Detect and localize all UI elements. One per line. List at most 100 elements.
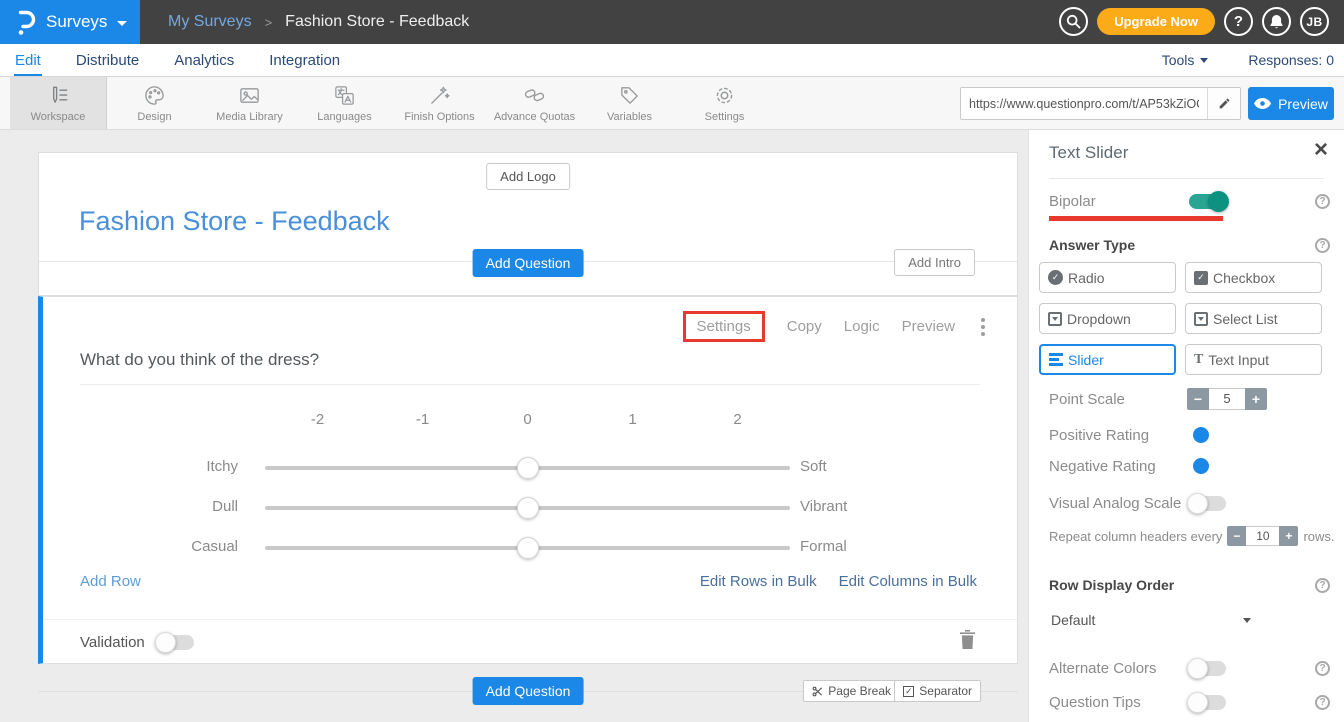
delete-question-button[interactable]: [960, 630, 975, 649]
answer-type-radio[interactable]: ✓ Radio: [1039, 262, 1176, 293]
question-copy-link[interactable]: Copy: [787, 318, 822, 335]
toolbar-workspace[interactable]: Workspace: [10, 77, 107, 129]
alternate-colors-label: Alternate Colors: [1049, 660, 1187, 677]
negative-rating-row: Negative Rating: [1049, 455, 1330, 477]
answer-type-select-list[interactable]: Select List: [1185, 303, 1322, 334]
palette-icon: [143, 84, 166, 107]
add-intro-button[interactable]: Add Intro: [894, 249, 975, 276]
tag-icon: [618, 84, 641, 107]
search-button[interactable]: [1059, 7, 1088, 36]
help-icon[interactable]: ?: [1315, 578, 1330, 593]
toolbar-variables[interactable]: Variables: [582, 77, 677, 129]
add-row-link[interactable]: Add Row: [80, 573, 141, 590]
toolbar-label: Settings: [705, 111, 745, 123]
answer-type-text-input[interactable]: T Text Input: [1185, 344, 1322, 375]
tools-dropdown[interactable]: Tools: [1162, 52, 1209, 68]
help-icon[interactable]: ?: [1315, 194, 1330, 209]
tools-label: Tools: [1162, 52, 1195, 68]
translate-icon: [333, 84, 356, 107]
point-scale-value[interactable]: 5: [1209, 388, 1245, 410]
tab-integration[interactable]: Integration: [268, 44, 341, 76]
add-logo-button[interactable]: Add Logo: [486, 163, 570, 190]
row-display-order-label: Row Display Order: [1049, 577, 1187, 593]
question-logic-link[interactable]: Logic: [844, 318, 880, 335]
row-display-order-value: Default: [1051, 612, 1095, 628]
alternate-colors-toggle[interactable]: [1189, 661, 1226, 676]
question-preview-link[interactable]: Preview: [902, 318, 955, 335]
plus-button[interactable]: +: [1279, 526, 1298, 546]
slider-handle[interactable]: [517, 537, 539, 559]
positive-rating-color-swatch[interactable]: [1193, 427, 1209, 443]
repeat-headers-row: Repeat column headers every − 10 + rows.: [1049, 526, 1330, 546]
notifications-button[interactable]: [1262, 7, 1291, 36]
help-icon[interactable]: ?: [1315, 695, 1330, 710]
survey-title[interactable]: Fashion Store - Feedback: [39, 199, 1017, 247]
question-settings-link[interactable]: Settings: [697, 318, 751, 335]
toolbar-design[interactable]: Design: [107, 77, 202, 129]
survey-actions-row: Add Question Add Intro: [39, 262, 1017, 297]
nav-right: Tools Responses: 0: [1162, 44, 1334, 76]
toolbar-finish-options[interactable]: Finish Options: [392, 77, 487, 129]
slider-row: Dull Vibrant: [43, 495, 1017, 521]
answer-type-label: Radio: [1068, 270, 1105, 286]
negative-rating-color-swatch[interactable]: [1193, 458, 1209, 474]
tab-analytics[interactable]: Analytics: [173, 44, 235, 76]
answer-type-dropdown[interactable]: Dropdown: [1039, 303, 1176, 334]
edit-columns-bulk-link[interactable]: Edit Columns in Bulk: [839, 573, 977, 590]
questionpro-survey-editor: Surveys My Surveys > Fashion Store - Fee…: [0, 0, 1344, 722]
slider-handle[interactable]: [517, 457, 539, 479]
toolbar-advance-quotas[interactable]: Advance Quotas: [487, 77, 582, 129]
panel-title: Text Slider: [1049, 143, 1128, 163]
close-icon[interactable]: ×: [1314, 136, 1328, 165]
answer-type-slider[interactable]: Slider: [1039, 344, 1176, 375]
edit-url-button[interactable]: [1207, 88, 1240, 119]
slider-handle[interactable]: [517, 497, 539, 519]
slider-track: [265, 506, 790, 510]
kebab-menu-icon[interactable]: [977, 316, 989, 338]
edit-rows-bulk-link[interactable]: Edit Rows in Bulk: [700, 573, 817, 590]
plus-button[interactable]: +: [1245, 388, 1267, 410]
user-avatar[interactable]: JB: [1300, 7, 1329, 36]
minus-button[interactable]: −: [1227, 526, 1246, 546]
breadcrumb: My Surveys > Fashion Store - Feedback: [168, 0, 469, 44]
breadcrumb-my-surveys[interactable]: My Surveys: [168, 13, 252, 31]
question-text[interactable]: What do you think of the dress?: [80, 350, 319, 370]
help-button[interactable]: ?: [1224, 7, 1253, 36]
validation-toggle[interactable]: [157, 635, 194, 650]
slider-row: Casual Formal: [43, 535, 1017, 561]
add-question-button-bottom[interactable]: Add Question: [473, 677, 584, 705]
toolbar-label: Workspace: [31, 111, 86, 123]
page-break-button[interactable]: Page Break: [803, 680, 900, 702]
workspace-icon: [47, 84, 70, 107]
repeat-headers-label: Repeat column headers every: [1049, 529, 1222, 544]
bipolar-row: Bipolar ?: [1049, 190, 1330, 212]
minus-button[interactable]: −: [1187, 388, 1209, 410]
toolbar-settings[interactable]: Settings: [677, 77, 772, 129]
toolbar-media-library[interactable]: Media Library: [202, 77, 297, 129]
visual-analog-toggle[interactable]: [1189, 496, 1226, 511]
help-icon[interactable]: ?: [1315, 238, 1330, 253]
editor-toolbar: Workspace Design Media Library Languages…: [0, 77, 1344, 130]
tab-distribute[interactable]: Distribute: [75, 44, 140, 76]
share-url-input[interactable]: [961, 88, 1207, 119]
preview-button[interactable]: Preview: [1248, 87, 1334, 120]
bipolar-toggle[interactable]: [1189, 194, 1226, 209]
repeat-headers-value[interactable]: 10: [1246, 526, 1279, 546]
separator-button[interactable]: ✓ Separator: [894, 680, 981, 702]
upgrade-now-button[interactable]: Upgrade Now: [1097, 8, 1215, 35]
product-menu[interactable]: Surveys: [0, 0, 140, 44]
scale-label: -2: [265, 411, 370, 428]
tab-edit[interactable]: Edit: [14, 44, 42, 76]
preview-label: Preview: [1278, 96, 1328, 112]
responses-count[interactable]: Responses: 0: [1248, 52, 1334, 68]
row-display-order-select[interactable]: Default: [1051, 612, 1251, 628]
toolbar-label: Media Library: [216, 111, 283, 123]
help-icon[interactable]: ?: [1315, 661, 1330, 676]
answer-type-checkbox[interactable]: ✓ Checkbox: [1185, 262, 1322, 293]
add-question-button[interactable]: Add Question: [473, 249, 584, 277]
visual-analog-label: Visual Analog Scale: [1049, 495, 1187, 512]
question-tips-toggle[interactable]: [1189, 695, 1226, 710]
page-break-label: Page Break: [828, 684, 891, 698]
alternate-colors-row: Alternate Colors ?: [1049, 657, 1330, 679]
toolbar-languages[interactable]: Languages: [297, 77, 392, 129]
